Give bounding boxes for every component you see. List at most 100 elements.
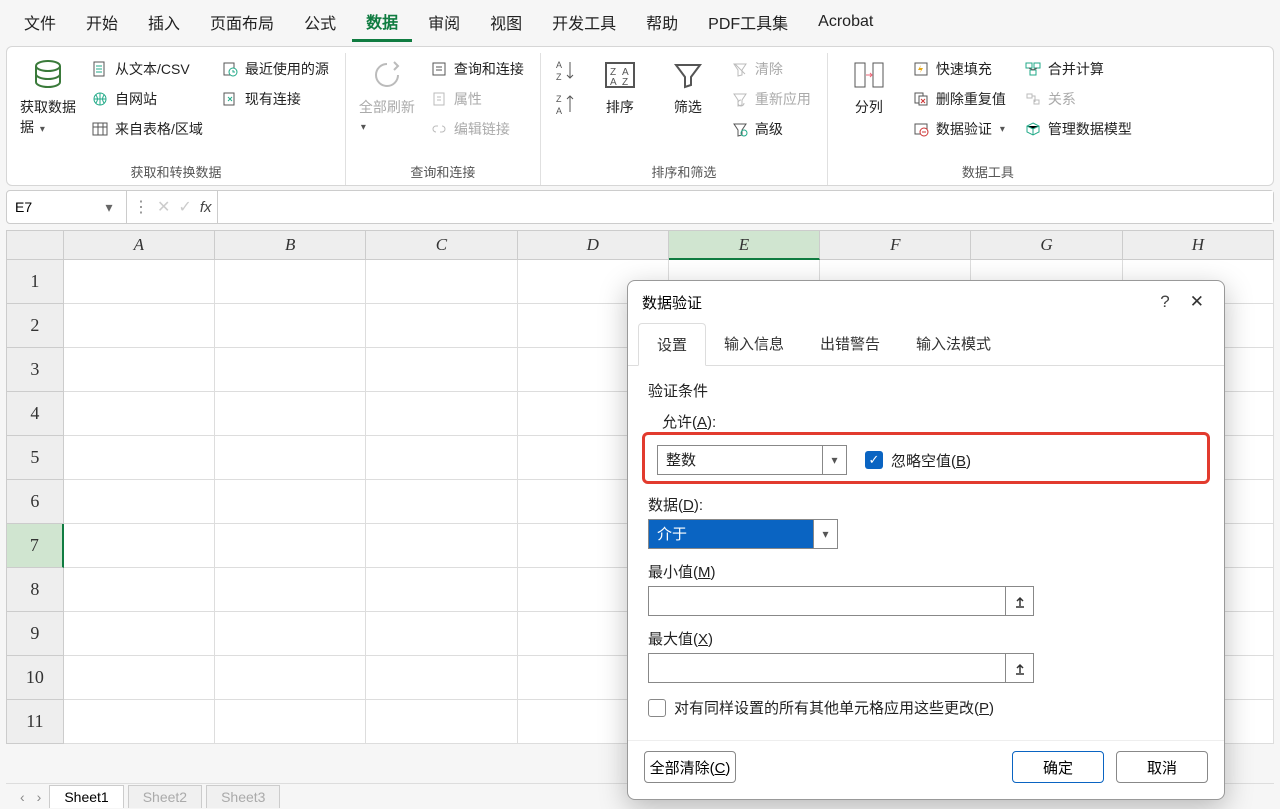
cell[interactable] [366, 700, 517, 744]
row-header[interactable]: 6 [6, 480, 64, 524]
existing-connections-button[interactable]: 现有连接 [217, 87, 333, 111]
col-header-D[interactable]: D [518, 230, 669, 260]
formula-cancel-icon[interactable]: ✕ [157, 197, 170, 217]
range-picker-icon[interactable] [1005, 654, 1033, 682]
tab-pagelayout[interactable]: 页面布局 [196, 4, 288, 40]
cell[interactable] [366, 524, 517, 568]
data-combobox[interactable]: 介于 ▾ [648, 519, 838, 549]
tab-home[interactable]: 开始 [72, 4, 132, 40]
row-header[interactable]: 10 [6, 656, 64, 700]
clear-all-button[interactable]: 全部清除(C) [644, 751, 736, 783]
cell[interactable] [64, 524, 215, 568]
cell[interactable] [366, 348, 517, 392]
cell[interactable] [64, 348, 215, 392]
select-all-corner[interactable] [6, 230, 64, 260]
dialog-tab-ime-mode[interactable]: 输入法模式 [898, 323, 1009, 365]
cell[interactable] [215, 260, 366, 304]
cell[interactable] [215, 392, 366, 436]
col-header-B[interactable]: B [215, 230, 366, 260]
cell[interactable] [64, 392, 215, 436]
tab-file[interactable]: 文件 [10, 4, 70, 40]
tab-data[interactable]: 数据 [352, 3, 412, 42]
chevron-down-icon[interactable]: ▾ [813, 520, 837, 548]
dialog-tab-error-alert[interactable]: 出错警告 [802, 323, 898, 365]
sort-button[interactable]: ZAAZ 排序 [591, 53, 649, 117]
fx-icon[interactable]: fx [200, 199, 212, 216]
formula-input[interactable] [218, 191, 1273, 223]
dialog-close-button[interactable]: ✕ [1184, 292, 1210, 312]
cell[interactable] [64, 436, 215, 480]
row-header[interactable]: 4 [6, 392, 64, 436]
cell[interactable] [64, 568, 215, 612]
row-header[interactable]: 7 [6, 524, 64, 568]
from-text-csv-button[interactable]: 从文本/CSV [87, 57, 207, 81]
cell[interactable] [64, 260, 215, 304]
tab-help[interactable]: 帮助 [632, 4, 692, 40]
cell[interactable] [64, 480, 215, 524]
allow-combobox[interactable]: 整数 ▾ [657, 445, 847, 475]
data-validation-button[interactable]: 数据验证▾ [908, 117, 1010, 141]
range-picker-icon[interactable] [1005, 587, 1033, 615]
refresh-all-button[interactable]: 全部刷新▾ [358, 53, 416, 133]
col-header-G[interactable]: G [971, 230, 1122, 260]
flash-fill-button[interactable]: 快速填充 [908, 57, 1010, 81]
cell[interactable] [215, 480, 366, 524]
cell[interactable] [215, 304, 366, 348]
dialog-help-button[interactable]: ? [1146, 292, 1183, 312]
sort-desc-icon[interactable]: ZA [553, 91, 581, 119]
row-header[interactable]: 5 [6, 436, 64, 480]
cell[interactable] [64, 656, 215, 700]
col-header-H[interactable]: H [1123, 230, 1274, 260]
data-model-button[interactable]: 管理数据模型 [1020, 117, 1136, 141]
tab-pdftools[interactable]: PDF工具集 [694, 4, 802, 40]
tab-formulas[interactable]: 公式 [290, 4, 350, 40]
get-data-button[interactable]: 获取数据据 ▾ [19, 53, 77, 137]
filter-button[interactable]: 筛选 [659, 53, 717, 117]
sheet-tab-active[interactable]: Sheet1 [49, 785, 123, 808]
sheet-tab[interactable]: Sheet2 [128, 785, 202, 808]
cell[interactable] [366, 436, 517, 480]
tab-review[interactable]: 审阅 [414, 4, 474, 40]
ok-button[interactable]: 确定 [1012, 751, 1104, 783]
advanced-filter-button[interactable]: 高级 [727, 117, 815, 141]
max-input[interactable] [649, 654, 1005, 682]
sheet-nav-next[interactable]: › [33, 789, 46, 805]
row-header[interactable]: 2 [6, 304, 64, 348]
chevron-down-icon[interactable]: ▾ [822, 446, 846, 474]
name-box[interactable]: E7 ▾ [7, 191, 127, 223]
row-header[interactable]: 11 [6, 700, 64, 744]
ignore-blank-checkbox[interactable]: ✓ 忽略空值(B) [865, 450, 971, 471]
cell[interactable] [366, 612, 517, 656]
row-header[interactable]: 1 [6, 260, 64, 304]
tab-view[interactable]: 视图 [476, 4, 536, 40]
apply-all-checkbox[interactable]: 对有同样设置的所有其他单元格应用这些更改(P) [648, 697, 1204, 718]
name-box-dropdown[interactable]: ▾ [100, 199, 118, 216]
cell[interactable] [64, 304, 215, 348]
min-input[interactable] [649, 587, 1005, 615]
cell[interactable] [366, 656, 517, 700]
queries-connections-button[interactable]: 查询和连接 [426, 57, 528, 81]
cell[interactable] [64, 700, 215, 744]
cell[interactable] [215, 612, 366, 656]
col-header-E[interactable]: E [669, 230, 820, 260]
cancel-button[interactable]: 取消 [1116, 751, 1208, 783]
sort-asc-icon[interactable]: AZ [553, 57, 581, 85]
cell[interactable] [215, 348, 366, 392]
formula-enter-icon[interactable]: ✓ [178, 197, 191, 217]
cell[interactable] [215, 436, 366, 480]
row-header[interactable]: 9 [6, 612, 64, 656]
consolidate-button[interactable]: 合并计算 [1020, 57, 1136, 81]
col-header-C[interactable]: C [366, 230, 517, 260]
cell[interactable] [366, 260, 517, 304]
sheet-tab[interactable]: Sheet3 [206, 785, 280, 808]
cell[interactable] [366, 304, 517, 348]
cell[interactable] [215, 700, 366, 744]
recent-sources-button[interactable]: 最近使用的源 [217, 57, 333, 81]
cell[interactable] [64, 612, 215, 656]
from-web-button[interactable]: 自网站 [87, 87, 207, 111]
row-header[interactable]: 8 [6, 568, 64, 612]
tab-developer[interactable]: 开发工具 [538, 4, 630, 40]
row-header[interactable]: 3 [6, 348, 64, 392]
cell[interactable] [215, 568, 366, 612]
dialog-tab-input-message[interactable]: 输入信息 [706, 323, 802, 365]
